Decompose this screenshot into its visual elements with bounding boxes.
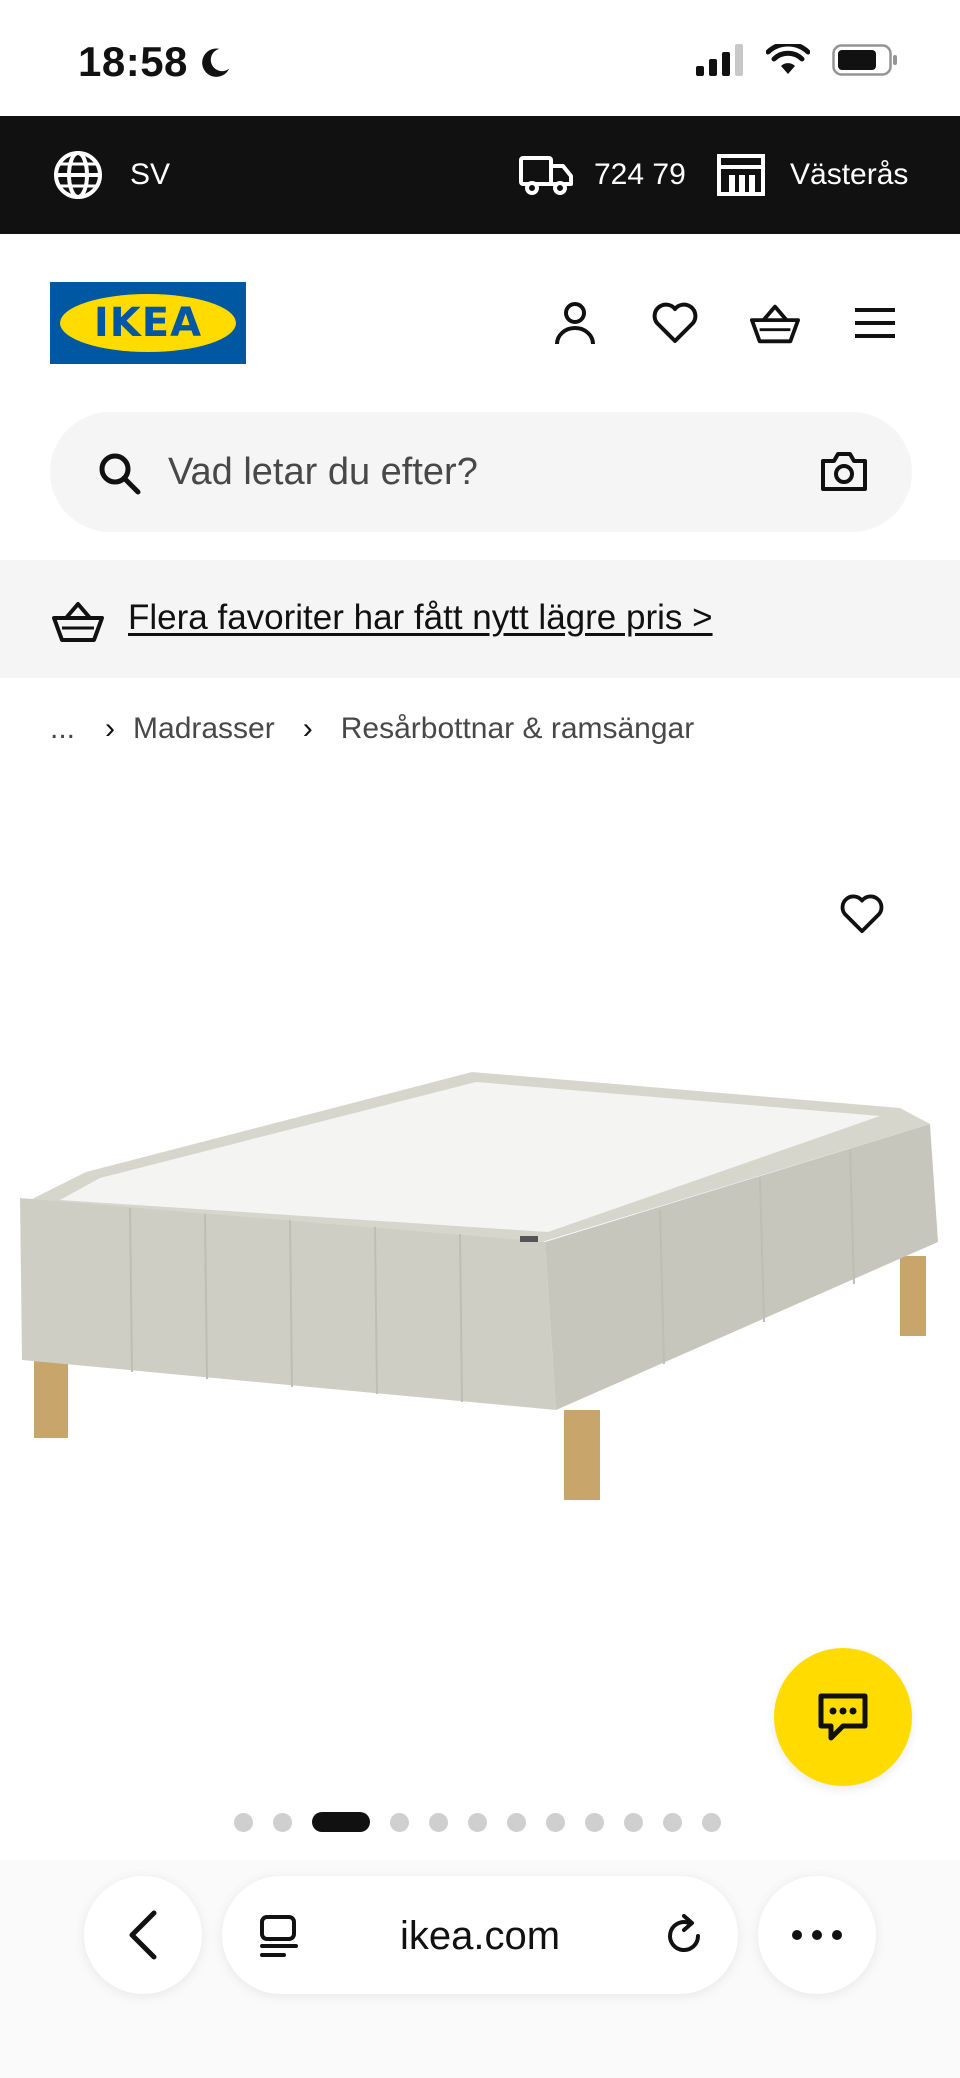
gallery-dot[interactable]	[468, 1812, 487, 1832]
top-bar: SV 724 79 Västerås	[0, 116, 960, 234]
logo-oval: IKEA	[60, 294, 236, 352]
status-bar: 18:58	[0, 0, 960, 116]
status-indicators	[696, 44, 898, 76]
signal-icon	[696, 44, 743, 76]
product-gallery[interactable]	[0, 780, 960, 1840]
breadcrumb-item-madrasser[interactable]: Madrasser	[133, 712, 275, 746]
browser-back-button[interactable]	[84, 1876, 202, 1994]
cart-button[interactable]	[750, 298, 800, 348]
basket-icon	[750, 304, 800, 344]
url-text: ikea.com	[399, 1914, 561, 1958]
site-header: IKEA	[0, 234, 960, 404]
search-bar	[50, 412, 912, 532]
address-bar[interactable]: ikea.com	[222, 1876, 738, 1994]
store-label: Västerås	[790, 158, 909, 191]
breadcrumb-ellipsis[interactable]: ...	[50, 712, 75, 746]
store-icon	[717, 154, 765, 196]
search-input[interactable]	[168, 412, 768, 532]
gallery-dot-active[interactable]	[312, 1812, 370, 1832]
header-actions	[550, 298, 900, 348]
camera-icon[interactable]	[820, 450, 868, 492]
truck-icon	[519, 156, 573, 195]
gallery-dot[interactable]	[429, 1812, 448, 1832]
wifi-icon	[766, 44, 810, 74]
heart-icon	[840, 894, 884, 934]
gallery-dot[interactable]	[234, 1812, 253, 1832]
menu-icon	[855, 308, 895, 338]
chevron-right-icon: ›	[105, 712, 116, 745]
menu-button[interactable]	[850, 298, 900, 348]
status-time: 18:58	[78, 38, 188, 85]
promo-banner: Flera favoriter har fått nytt lägre pris…	[0, 560, 960, 678]
user-icon	[555, 302, 595, 345]
gallery-dot[interactable]	[702, 1812, 721, 1832]
account-button[interactable]	[550, 298, 600, 348]
chevron-right-icon: ›	[302, 712, 313, 745]
heart-icon	[652, 302, 698, 343]
browser-more-button[interactable]	[758, 1876, 876, 1994]
gallery-dot[interactable]	[507, 1812, 526, 1832]
breadcrumb-item-resarbottnar[interactable]: Resårbottnar & ramsängar	[341, 712, 695, 746]
add-to-favorites-button[interactable]	[834, 886, 890, 942]
chevron-left-icon	[129, 1910, 157, 1960]
reload-icon[interactable]	[662, 1914, 706, 1958]
zip-label: 724 79	[594, 158, 686, 191]
basket-icon	[52, 602, 104, 642]
gallery-dot[interactable]	[624, 1812, 643, 1832]
breadcrumb: ... › Madrasser › Resårbottnar & ramsäng…	[50, 712, 694, 746]
gallery-dot[interactable]	[663, 1812, 682, 1832]
gallery-dot[interactable]	[585, 1812, 604, 1832]
gallery-dot[interactable]	[273, 1812, 292, 1832]
language-selector[interactable]: SV	[52, 116, 170, 234]
chat-button[interactable]	[774, 1648, 912, 1786]
chat-icon	[818, 1693, 868, 1741]
moon-icon	[202, 48, 230, 77]
product-image	[20, 1072, 938, 1500]
gallery-pagination	[234, 1812, 721, 1832]
more-icon	[792, 1930, 842, 1940]
promo-link[interactable]: Flera favoriter har fått nytt lägre pris…	[128, 598, 713, 638]
favorites-button[interactable]	[650, 298, 700, 348]
browser-toolbar: ikea.com	[0, 1860, 960, 2078]
store-selector[interactable]: Västerås	[716, 116, 908, 234]
logo-text: IKEA	[93, 300, 203, 346]
battery-icon	[832, 44, 897, 76]
language-label: SV	[130, 158, 171, 191]
ikea-logo[interactable]: IKEA	[50, 282, 246, 364]
gallery-dot[interactable]	[390, 1812, 409, 1832]
gallery-dot[interactable]	[546, 1812, 565, 1832]
delivery-zip-selector[interactable]: 724 79	[518, 116, 686, 234]
search-icon[interactable]	[96, 450, 142, 496]
globe-icon	[54, 151, 102, 199]
